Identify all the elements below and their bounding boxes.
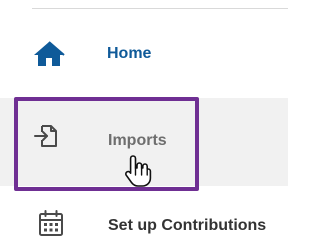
focus-outline [14,97,199,191]
nav-item-label: Set up Contributions [108,217,267,234]
divider [32,8,288,9]
home-icon [34,41,65,66]
hand-pointer-cursor-icon [125,155,152,187]
sidebar-nav: Home Imports Set up Contributions [0,0,288,240]
nav-item-set-up-contributions[interactable]: Set up Contributions [0,200,288,240]
nav-item-home[interactable]: Home [0,30,288,78]
nav-item-label: Home [107,45,152,62]
calendar-icon [39,210,63,236]
